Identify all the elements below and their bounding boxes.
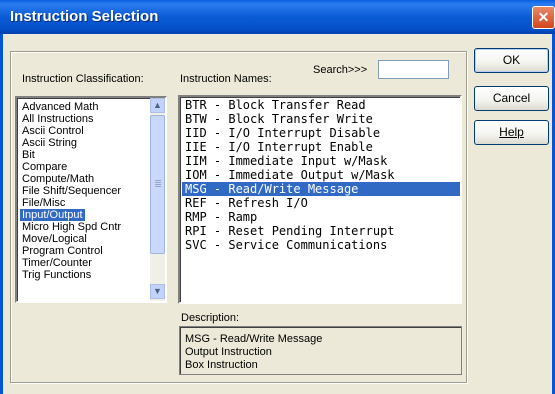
classification-item[interactable]: Program Control <box>20 245 105 257</box>
scroll-up-button[interactable]: ▲ <box>150 98 165 113</box>
names-label: Instruction Names: <box>180 73 272 85</box>
description-line: Box Instruction <box>185 359 258 371</box>
classification-item[interactable]: Bit <box>20 149 37 161</box>
thumb-grip <box>155 182 161 183</box>
scroll-thumb[interactable] <box>150 115 165 254</box>
instruction-item[interactable]: SVC - Service Communications <box>182 238 460 252</box>
dialog-title: Instruction Selection <box>10 8 159 25</box>
instruction-item[interactable]: IOM - Immediate Output w/Mask <box>182 168 460 182</box>
title-bar: Instruction Selection ✕ <box>0 0 555 34</box>
classification-item[interactable]: All Instructions <box>20 113 96 125</box>
instruction-item[interactable]: BTW - Block Transfer Write <box>182 112 460 126</box>
classification-item[interactable]: Advanced Math <box>20 101 100 113</box>
thumb-grip <box>155 186 161 187</box>
instruction-item[interactable]: IIE - I/O Interrupt Enable <box>182 140 460 154</box>
classification-item[interactable]: Timer/Counter <box>20 257 94 269</box>
instruction-names-list[interactable]: BTR - Block Transfer Read BTW - Block Tra… <box>178 95 462 304</box>
classification-item[interactable]: Input/Output <box>20 209 85 221</box>
ok-button[interactable]: OK <box>474 48 549 73</box>
close-icon: ✕ <box>537 9 550 25</box>
classification-list[interactable]: Advanced Math All Instructions Ascii Contr… <box>15 96 167 303</box>
instruction-item[interactable]: RPI - Reset Pending Interrupt <box>182 224 460 238</box>
instruction-item[interactable]: REF - Refresh I/O <box>182 196 460 210</box>
description-label: Description: <box>181 312 240 324</box>
classification-item[interactable]: File Shift/Sequencer <box>20 185 123 197</box>
classification-item[interactable]: Ascii String <box>20 137 79 149</box>
thumb-grip <box>155 184 161 185</box>
classification-item[interactable]: Ascii Control <box>20 125 86 137</box>
instruction-item[interactable]: MSG - Read/Write Message <box>182 182 460 196</box>
classification-label: Instruction Classification: <box>22 73 144 85</box>
help-button[interactable]: Help <box>474 120 549 145</box>
search-input[interactable] <box>378 60 449 79</box>
classification-scrollbar[interactable]: ▲ ▼ <box>150 98 165 301</box>
window-border-left <box>0 34 3 394</box>
classification-item[interactable]: Compute/Math <box>20 173 96 185</box>
cancel-button[interactable]: Cancel <box>474 86 549 111</box>
thumb-grip <box>155 180 161 181</box>
description-line: MSG - Read/Write Message <box>185 333 323 345</box>
instruction-item[interactable]: BTR - Block Transfer Read <box>182 98 460 112</box>
instruction-item[interactable]: IIM - Immediate Input w/Mask <box>182 154 460 168</box>
classification-item[interactable]: Move/Logical <box>20 233 89 245</box>
chevron-up-icon: ▲ <box>153 100 162 110</box>
instruction-item[interactable]: IID - I/O Interrupt Disable <box>182 126 460 140</box>
chevron-down-icon: ▼ <box>153 286 162 296</box>
description-box: MSG - Read/Write Message Output Instruct… <box>179 326 462 375</box>
instruction-item[interactable]: RMP - Ramp <box>182 210 460 224</box>
classification-item[interactable]: Compare <box>20 161 69 173</box>
description-line: Output Instruction <box>185 346 272 358</box>
close-button[interactable]: ✕ <box>532 6 555 29</box>
classification-item[interactable]: Trig Functions <box>20 269 93 281</box>
scroll-down-button[interactable]: ▼ <box>150 284 165 299</box>
help-button-label: Help <box>499 125 524 139</box>
classification-item[interactable]: Micro High Spd Cntr <box>20 221 123 233</box>
search-label: Search>>> <box>313 64 368 76</box>
classification-item[interactable]: File/Misc <box>20 197 67 209</box>
